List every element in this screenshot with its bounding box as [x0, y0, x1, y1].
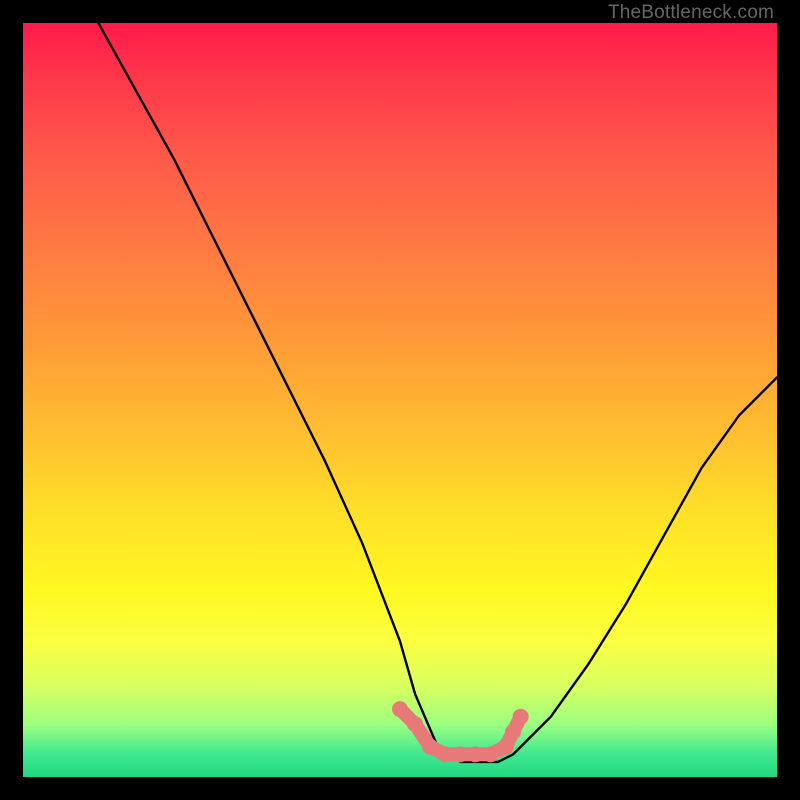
valley-dot: [422, 739, 438, 755]
plot-area: [23, 23, 777, 777]
valley-dot: [498, 739, 514, 755]
watermark-text: TheBottleneck.com: [608, 2, 774, 24]
valley-dot: [392, 701, 408, 717]
valley-dot: [483, 746, 499, 762]
chart-container: TheBottleneck.com: [0, 0, 800, 800]
bottleneck-curve-svg: [23, 23, 777, 777]
valley-dot: [407, 716, 423, 732]
valley-dot: [452, 746, 468, 762]
valley-dot: [505, 724, 521, 740]
valley-dot: [513, 709, 529, 725]
bottleneck-curve-path: [98, 23, 777, 762]
valley-dot: [467, 746, 483, 762]
valley-dots: [392, 701, 529, 762]
valley-dot: [437, 746, 453, 762]
